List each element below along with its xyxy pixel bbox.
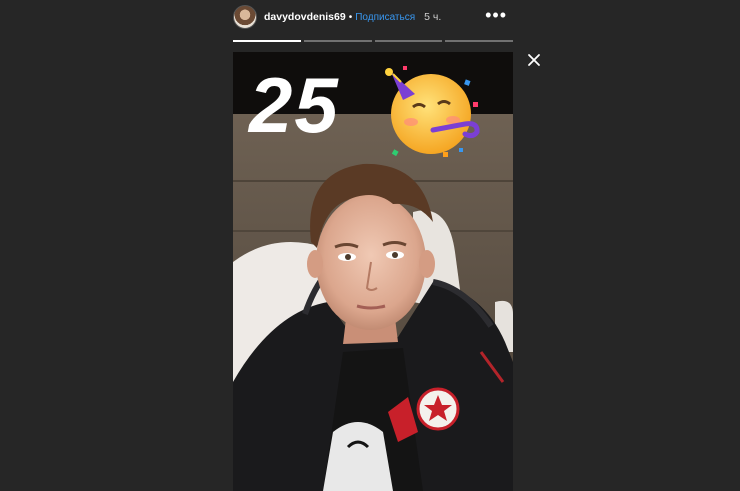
progress-segment xyxy=(445,40,513,42)
story-caption: 25 xyxy=(249,61,340,149)
story-progress xyxy=(233,40,513,42)
progress-segment xyxy=(374,40,443,42)
username-link[interactable]: davydovdenis69 xyxy=(264,11,346,23)
story-viewer: davydovdenis69 • Подписаться 5 ч. ••• 25 xyxy=(0,0,740,491)
timestamp: 5 ч. xyxy=(424,11,442,23)
close-icon[interactable] xyxy=(527,53,541,67)
follow-button[interactable]: Подписаться xyxy=(355,12,415,23)
progress-segment xyxy=(233,40,301,42)
story-media[interactable]: 25 xyxy=(233,52,513,491)
progress-segment xyxy=(303,40,372,42)
separator-dot: • xyxy=(348,11,353,23)
story-header: davydovdenis69 • Подписаться 5 ч. ••• xyxy=(233,4,513,30)
more-options-icon[interactable]: ••• xyxy=(485,6,507,24)
avatar[interactable] xyxy=(233,5,257,29)
progress-fill xyxy=(233,40,301,42)
